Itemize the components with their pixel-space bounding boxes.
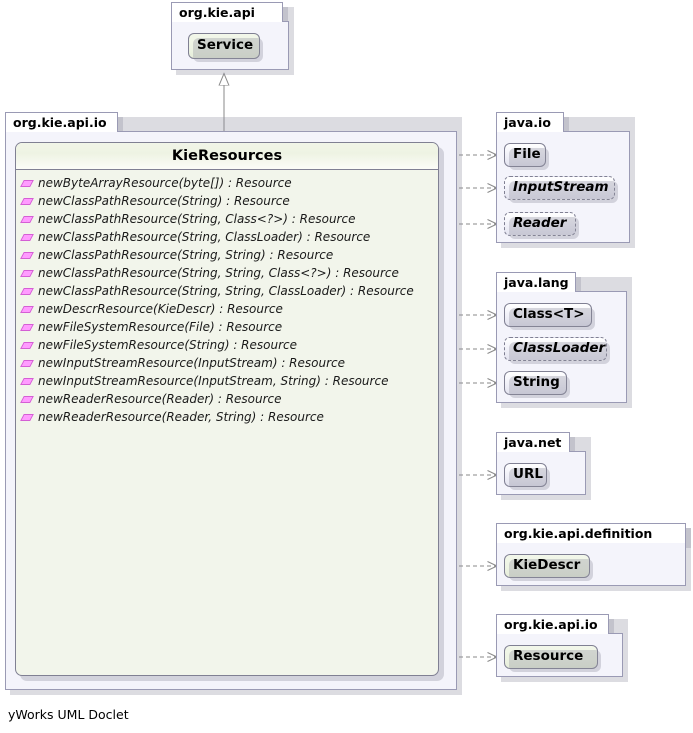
method-icon bbox=[22, 412, 33, 423]
method-signature: newFileSystemResource(File) : Resource bbox=[38, 320, 282, 334]
method-signature: newByteArrayResource(byte[]) : Resource bbox=[38, 176, 292, 190]
class-node-reader[interactable]: Reader bbox=[504, 212, 576, 236]
class-node-resource[interactable]: Resource bbox=[504, 645, 598, 669]
method-signature: newClassPathResource(String, Class<?>) :… bbox=[38, 212, 355, 226]
method-signature: newReaderResource(Reader) : Resource bbox=[38, 392, 282, 406]
method-signature: newClassPathResource(String, String) : R… bbox=[38, 248, 333, 262]
method-signature: newClassPathResource(String) : Resource bbox=[38, 194, 290, 208]
class-node-label: ClassLoader bbox=[513, 342, 605, 356]
class-node-label: URL bbox=[513, 468, 543, 482]
diagram-footer-label: yWorks UML Doclet bbox=[8, 707, 129, 722]
package-tab-label: org.kie.api.io bbox=[5, 112, 118, 132]
package-java-lang: java.lang Class<T> ClassLoader String bbox=[496, 272, 627, 403]
class-node-label: KieDescr bbox=[513, 559, 580, 573]
method-icon bbox=[22, 214, 33, 225]
package-org-kie-api: org.kie.api Service bbox=[171, 2, 289, 70]
class-node-kiedescr[interactable]: KieDescr bbox=[504, 554, 590, 578]
method-signature: newInputStreamResource(InputStream, Stri… bbox=[38, 374, 388, 388]
package-org-kie-api-definition: org.kie.api.definition KieDescr bbox=[496, 523, 686, 586]
class-node-class[interactable]: Class<T> bbox=[504, 303, 592, 327]
class-node-classloader[interactable]: ClassLoader bbox=[504, 337, 607, 361]
method-signature: newDescrResource(KieDescr) : Resource bbox=[38, 302, 283, 316]
method-row[interactable]: newClassPathResource(String, Class<?>) :… bbox=[16, 210, 438, 228]
method-icon bbox=[22, 394, 33, 405]
package-tab-label: java.net bbox=[496, 432, 570, 452]
package-tab-label: org.kie.api.definition bbox=[496, 523, 686, 543]
method-icon bbox=[22, 232, 33, 243]
method-row[interactable]: newReaderResource(Reader) : Resource bbox=[16, 390, 438, 408]
method-signature: newReaderResource(Reader, String) : Reso… bbox=[38, 410, 324, 424]
method-icon bbox=[22, 178, 33, 189]
class-node-label: String bbox=[513, 376, 560, 390]
method-row[interactable]: newClassPathResource(String, ClassLoader… bbox=[16, 228, 438, 246]
class-members-list: newByteArrayResource(byte[]) : Resource … bbox=[16, 170, 438, 426]
method-icon bbox=[22, 268, 33, 279]
method-row[interactable]: newFileSystemResource(File) : Resource bbox=[16, 318, 438, 336]
class-node-inputstream[interactable]: InputStream bbox=[504, 176, 615, 200]
method-icon bbox=[22, 322, 33, 333]
method-signature: newClassPathResource(String, String, Cla… bbox=[38, 266, 399, 280]
method-icon bbox=[22, 286, 33, 297]
method-icon bbox=[22, 196, 33, 207]
class-node-file[interactable]: File bbox=[504, 143, 546, 167]
method-icon bbox=[22, 304, 33, 315]
package-java-io: java.io File InputStream Reader bbox=[496, 112, 630, 243]
method-row[interactable]: newDescrResource(KieDescr) : Resource bbox=[16, 300, 438, 318]
package-tab-label: org.kie.api bbox=[171, 2, 283, 22]
method-row[interactable]: newFileSystemResource(String) : Resource bbox=[16, 336, 438, 354]
package-tab-label: java.io bbox=[496, 112, 564, 132]
method-row[interactable]: newClassPathResource(String) : Resource bbox=[16, 192, 438, 210]
class-node-label: Reader bbox=[513, 217, 566, 231]
method-icon bbox=[22, 340, 33, 351]
method-icon bbox=[22, 250, 33, 261]
method-icon bbox=[22, 358, 33, 369]
method-row[interactable]: newClassPathResource(String, String, Cla… bbox=[16, 282, 438, 300]
class-node-label: Resource bbox=[513, 650, 583, 664]
uml-class-diagram: org.kie.api Service org.kie.api.io KieRe… bbox=[0, 0, 693, 733]
class-node-string[interactable]: String bbox=[504, 371, 567, 395]
method-signature: newInputStreamResource(InputStream) : Re… bbox=[38, 356, 345, 370]
class-node-label: Service bbox=[197, 39, 251, 53]
package-tab-label: org.kie.api.io bbox=[496, 614, 609, 634]
method-signature: newClassPathResource(String, ClassLoader… bbox=[38, 230, 370, 244]
class-node-label: File bbox=[513, 148, 541, 162]
class-box-kieresources[interactable]: KieResources newByteArrayResource(byte[]… bbox=[15, 142, 439, 676]
method-row[interactable]: newByteArrayResource(byte[]) : Resource bbox=[16, 174, 438, 192]
package-java-net: java.net URL bbox=[496, 432, 586, 495]
class-node-url[interactable]: URL bbox=[504, 463, 547, 487]
class-node-service[interactable]: Service bbox=[188, 33, 260, 59]
class-node-label: InputStream bbox=[513, 181, 609, 195]
class-title: KieResources bbox=[16, 143, 438, 170]
method-signature: newClassPathResource(String, String, Cla… bbox=[38, 284, 414, 298]
method-row[interactable]: newClassPathResource(String, String) : R… bbox=[16, 246, 438, 264]
method-row[interactable]: newInputStreamResource(InputStream) : Re… bbox=[16, 354, 438, 372]
method-row[interactable]: newReaderResource(Reader, String) : Reso… bbox=[16, 408, 438, 426]
method-row[interactable]: newClassPathResource(String, String, Cla… bbox=[16, 264, 438, 282]
method-row[interactable]: newInputStreamResource(InputStream, Stri… bbox=[16, 372, 438, 390]
package-tab-label: java.lang bbox=[496, 272, 576, 292]
method-icon bbox=[22, 376, 33, 387]
package-org-kie-api-io-ref: org.kie.api.io Resource bbox=[496, 614, 623, 677]
class-node-label: Class<T> bbox=[513, 308, 585, 322]
method-signature: newFileSystemResource(String) : Resource bbox=[38, 338, 297, 352]
